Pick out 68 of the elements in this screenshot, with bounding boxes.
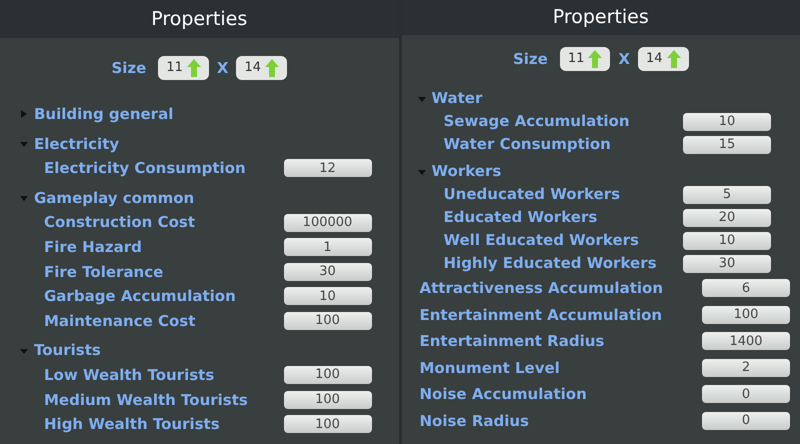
property-label: High Wealth Tourists [44, 414, 220, 436]
property-label: Medium Wealth Tourists [44, 390, 248, 411]
size-separator: X [216, 58, 228, 79]
group-header[interactable]: Electricity [34, 132, 120, 156]
size-label: Size [111, 58, 146, 79]
property-label: Sewage Accumulation [444, 111, 630, 132]
value-field[interactable]: 6 [702, 279, 790, 298]
property-label: Noise Accumulation [420, 384, 587, 405]
value-field[interactable]: 10 [683, 112, 771, 130]
value-field[interactable]: 100 [284, 415, 372, 434]
property-label: Monument Level [420, 358, 560, 378]
property-label: Maintenance Cost [44, 310, 196, 332]
size-field[interactable]: 14 [236, 56, 288, 80]
property-label: Attractiveness Accumulation [420, 278, 663, 299]
expanded-triangle-icon[interactable] [20, 194, 28, 202]
property-label: Construction Cost [44, 212, 195, 234]
property-label: Fire Hazard [44, 237, 142, 258]
collapsed-triangle-icon[interactable] [20, 110, 28, 118]
panel-title: Properties [0, 0, 398, 38]
value-field[interactable]: 1400 [702, 332, 790, 350]
value-field[interactable]: 100000 [284, 214, 372, 232]
expanded-triangle-icon[interactable] [20, 346, 28, 355]
up-arrow-icon [265, 59, 280, 77]
size-field[interactable]: 11 [158, 56, 209, 80]
expanded-triangle-icon[interactable] [418, 94, 426, 102]
value-field[interactable]: 5 [683, 186, 771, 204]
property-label: Uneducated Workers [444, 184, 620, 206]
group-header[interactable]: Workers [432, 160, 502, 183]
size-label: Size [512, 48, 548, 70]
group-header[interactable]: Water [432, 87, 482, 110]
value-field[interactable]: 20 [683, 208, 771, 226]
group-header[interactable]: Tourists [34, 339, 101, 362]
value-field[interactable]: 100 [284, 366, 372, 384]
value-field[interactable]: 12 [284, 159, 372, 178]
panel-title: Properties [402, 0, 800, 35]
value-field[interactable]: 100 [702, 306, 790, 324]
property-label: Entertainment Radius [420, 331, 604, 352]
up-arrow-icon [666, 50, 681, 68]
property-label: Entertainment Accumulation [420, 304, 662, 326]
value-field[interactable]: 10 [284, 287, 372, 306]
property-label: Fire Tolerance [44, 262, 164, 283]
up-arrow-icon [588, 50, 602, 68]
property-label: Educated Workers [444, 207, 598, 228]
value-field[interactable]: 0 [702, 385, 790, 404]
value-field[interactable]: 2 [702, 358, 790, 377]
value-field[interactable]: 100 [284, 390, 372, 409]
value-field[interactable]: 0 [702, 412, 790, 430]
property-label: Noise Radius [420, 410, 529, 432]
group-header[interactable]: Building general [34, 103, 174, 126]
size-separator: X [618, 48, 630, 70]
group-header[interactable]: Gameplay common [34, 186, 194, 210]
size-field[interactable]: 11 [560, 47, 610, 71]
up-arrow-icon [186, 59, 201, 77]
value-field[interactable]: 10 [683, 232, 771, 250]
value-field[interactable]: 1 [284, 238, 372, 256]
value-field[interactable]: 30 [284, 262, 372, 281]
expanded-triangle-icon[interactable] [20, 140, 28, 148]
property-label: Water Consumption [444, 134, 611, 156]
property-label: Highly Educated Workers [444, 253, 657, 274]
property-label: Well Educated Workers [444, 230, 639, 252]
size-field[interactable]: 14 [638, 47, 689, 71]
value-field[interactable]: 15 [683, 136, 771, 154]
property-label: Electricity Consumption [44, 158, 246, 180]
property-label: Garbage Accumulation [44, 286, 236, 308]
value-field[interactable]: 30 [683, 254, 771, 272]
expanded-triangle-icon[interactable] [418, 168, 426, 176]
property-label: Low Wealth Tourists [44, 364, 214, 386]
value-field[interactable]: 100 [284, 312, 372, 330]
